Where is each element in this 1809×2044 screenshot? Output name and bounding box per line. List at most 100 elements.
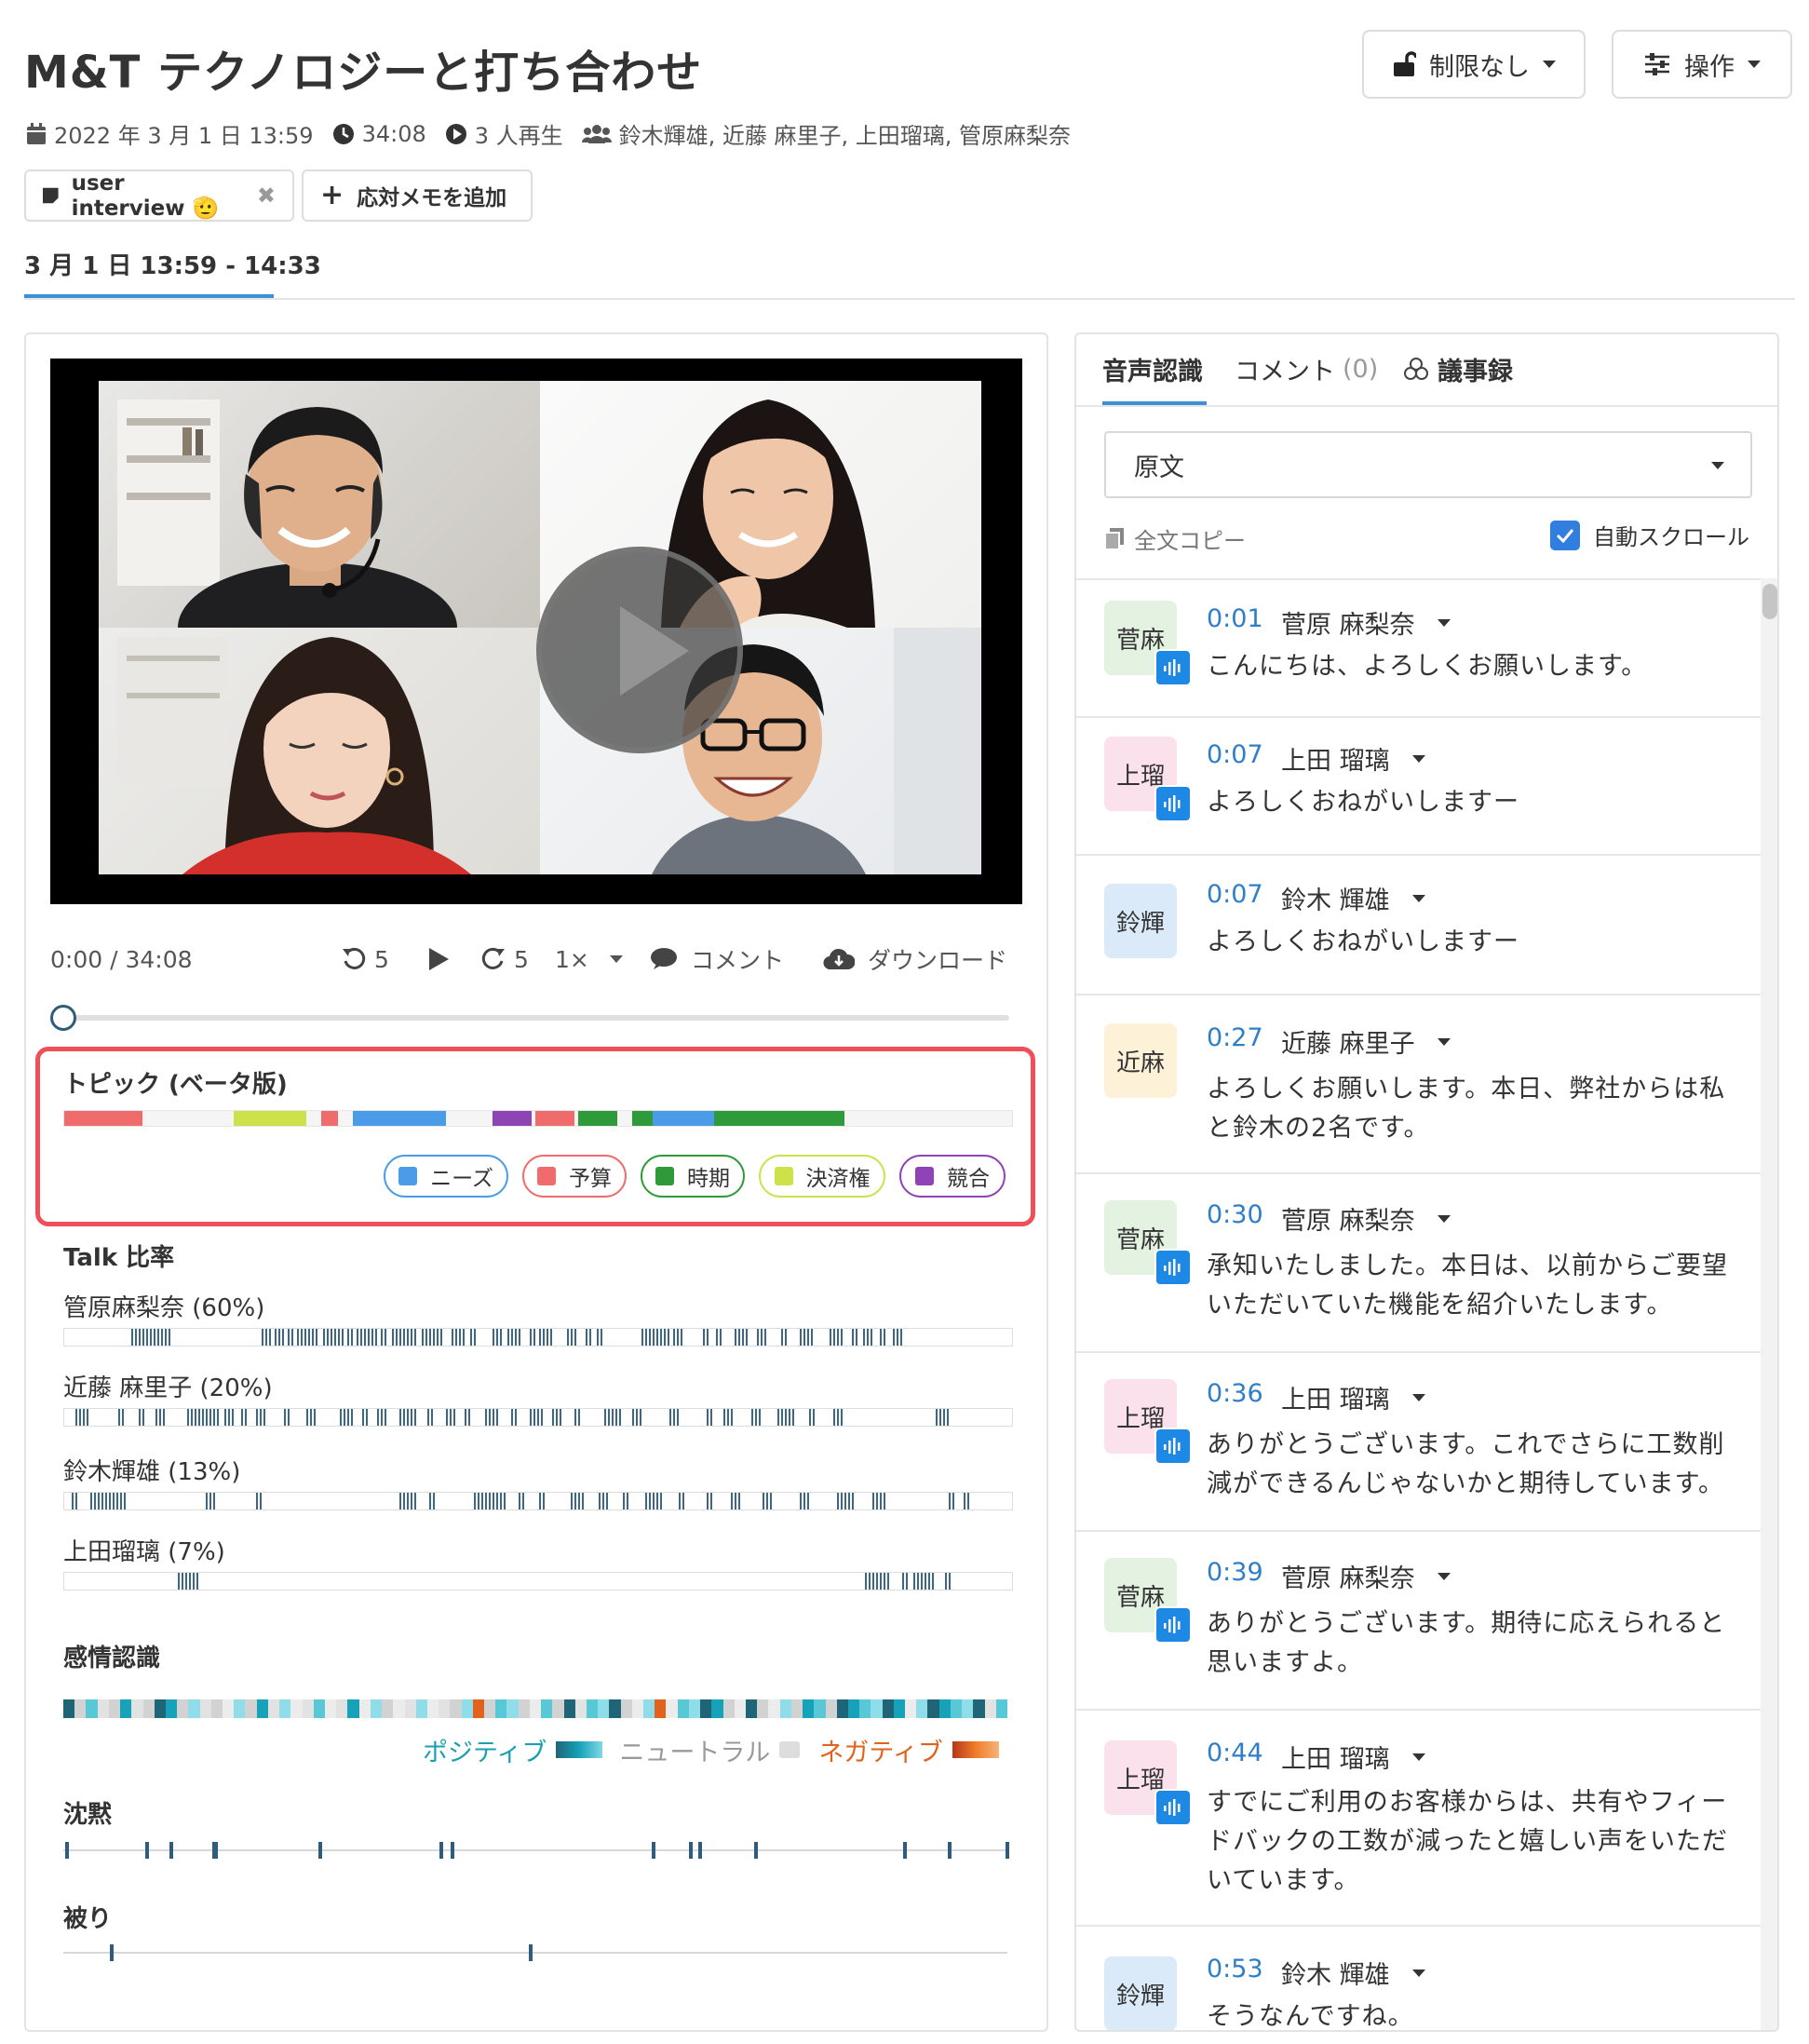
emotion-timeline[interactable] xyxy=(63,1699,1007,1718)
download-button[interactable]: ダウンロード xyxy=(823,941,1007,978)
legend-competitor[interactable]: 競合 xyxy=(899,1155,1006,1198)
topic-segment-timing[interactable] xyxy=(632,1111,653,1126)
silence-marker[interactable] xyxy=(451,1842,454,1859)
close-icon[interactable]: ✖ xyxy=(257,183,276,209)
topic-segment-timing[interactable] xyxy=(714,1111,844,1126)
topic-segment-budget[interactable] xyxy=(321,1111,338,1126)
legend-authority[interactable]: 決済権 xyxy=(759,1155,885,1198)
transcript-entry[interactable]: 近麻 0:27 近藤 麻里子 よろしくお願いします。本日、弊社からは私と鈴木の2… xyxy=(1076,995,1761,1174)
timestamp-link[interactable]: 0:53 xyxy=(1207,1955,1263,1983)
timestamp-link[interactable]: 0:44 xyxy=(1207,1739,1263,1767)
legend-timing[interactable]: 時期 xyxy=(641,1155,745,1198)
speaker-talk-bar[interactable] xyxy=(63,1408,1013,1427)
tab-minutes[interactable]: 議事録 xyxy=(1402,351,1513,387)
silence-marker[interactable] xyxy=(689,1842,693,1859)
overlap-marker[interactable] xyxy=(529,1944,533,1961)
speaker-talk-bar[interactable] xyxy=(63,1572,1013,1591)
progress-handle[interactable] xyxy=(50,1005,76,1031)
emotion-segment xyxy=(177,1699,189,1718)
overlap-timeline[interactable] xyxy=(63,1952,1007,1954)
comment-button[interactable]: コメント xyxy=(650,941,784,978)
speaker-name[interactable]: 上田 瑠璃 xyxy=(1281,1739,1425,1775)
silence-marker[interactable] xyxy=(948,1842,952,1859)
silence-marker[interactable] xyxy=(754,1842,758,1859)
scrollbar-thumb[interactable] xyxy=(1762,584,1777,619)
timestamp-link[interactable]: 0:01 xyxy=(1207,604,1263,633)
speaker-name[interactable]: 菅原 麻梨奈 xyxy=(1281,604,1451,641)
legend-needs[interactable]: ニーズ xyxy=(384,1155,508,1198)
transcript-entry[interactable]: 上瑠 0:07 上田 瑠璃 よろしくおねがいしますー xyxy=(1076,718,1761,856)
talk-segment xyxy=(867,1329,869,1346)
talk-segment xyxy=(770,1493,772,1509)
speed-dropdown[interactable]: 1× xyxy=(555,941,623,978)
add-memo-button[interactable]: + 応対メモを追加 xyxy=(302,169,533,222)
silence-marker[interactable] xyxy=(1006,1842,1009,1859)
speaker-name[interactable]: 菅原 麻梨奈 xyxy=(1281,1200,1451,1237)
silence-marker[interactable] xyxy=(65,1842,69,1859)
speaker-name[interactable]: 菅原 麻梨奈 xyxy=(1281,1558,1451,1594)
topic-segment-timing[interactable] xyxy=(578,1111,617,1126)
forward-button[interactable]: 5 xyxy=(480,941,529,978)
silence-marker[interactable] xyxy=(652,1842,655,1859)
topic-segment-needs[interactable] xyxy=(653,1111,714,1126)
timestamp-link[interactable]: 0:39 xyxy=(1207,1558,1263,1587)
video-player[interactable] xyxy=(50,359,1022,904)
transcript-entry[interactable]: 菅麻 0:01 菅原 麻梨奈 こんにちは、よろしくお願いします。 xyxy=(1076,580,1761,718)
legend-label: 決済権 xyxy=(805,1167,871,1191)
transcript-scrollbar[interactable] xyxy=(1761,578,1777,2030)
topic-timeline[interactable] xyxy=(63,1110,1013,1127)
progress-track[interactable] xyxy=(65,1015,1009,1021)
speaker-name[interactable]: 上田 瑠璃 xyxy=(1281,1379,1425,1415)
transcript-entry[interactable]: 菅麻 0:30 菅原 麻梨奈 承知いたしました。本日は、以前からご要望いただいて… xyxy=(1076,1174,1761,1353)
transcript-entry[interactable]: 鈴輝 0:53 鈴木 輝雄 そうなんですね。 xyxy=(1076,1927,1761,2030)
play-overlay-button[interactable] xyxy=(536,547,743,753)
silence-marker[interactable] xyxy=(903,1842,907,1859)
rewind-button[interactable]: 5 xyxy=(341,941,389,978)
talk-segment xyxy=(433,1493,435,1509)
timestamp-link[interactable]: 0:30 xyxy=(1207,1200,1263,1229)
topic-segment-budget[interactable] xyxy=(64,1111,142,1126)
timestamp-link[interactable]: 0:27 xyxy=(1207,1023,1263,1052)
topic-segment-needs[interactable] xyxy=(353,1111,446,1126)
topic-segment-authority[interactable] xyxy=(234,1111,306,1126)
timestamp-link[interactable]: 0:07 xyxy=(1207,880,1263,909)
speaker-name[interactable]: 鈴木 輝雄 xyxy=(1281,880,1425,916)
silence-marker[interactable] xyxy=(318,1842,322,1859)
transcript-entry[interactable]: 上瑠 0:44 上田 瑠璃 すでにご利用のお客様からは、共有やフィードバックの工… xyxy=(1076,1711,1761,1927)
transcript-language-select[interactable]: 原文 xyxy=(1104,431,1752,498)
actions-dropdown[interactable]: 操作 xyxy=(1612,30,1792,99)
active-tab-indicator xyxy=(24,294,274,298)
copy-all-button[interactable]: 全文コピー xyxy=(1104,522,1246,555)
speaker-name[interactable]: 鈴木 輝雄 xyxy=(1281,1955,1425,1991)
autoscroll-toggle[interactable]: 自動スクロール xyxy=(1550,519,1749,551)
speaker-name[interactable]: 近藤 麻里子 xyxy=(1281,1023,1451,1060)
tab-meeting-date[interactable]: 3 月 1 日 13:59 - 14:33 xyxy=(24,247,321,281)
silence-marker[interactable] xyxy=(698,1842,702,1859)
transcript-entry[interactable]: 鈴輝 0:07 鈴木 輝雄 よろしくおねがいしますー xyxy=(1076,856,1761,995)
timestamp-link[interactable]: 0:36 xyxy=(1207,1379,1263,1408)
silence-marker[interactable] xyxy=(169,1842,173,1859)
silence-marker[interactable] xyxy=(145,1842,149,1859)
timestamp-link[interactable]: 0:07 xyxy=(1207,740,1263,769)
autoscroll-checkbox[interactable] xyxy=(1550,520,1580,550)
emotion-segment xyxy=(598,1699,610,1718)
restriction-dropdown[interactable]: 制限なし xyxy=(1362,30,1586,99)
tab-comments[interactable]: コメント (0) xyxy=(1235,351,1378,387)
speaker-talk-bar[interactable] xyxy=(63,1328,1013,1347)
emotion-segment xyxy=(188,1699,201,1718)
talk-segment xyxy=(949,1493,951,1509)
tag-chip[interactable]: user interview 🫡 ✖ xyxy=(24,169,294,222)
speaker-name[interactable]: 上田 瑠璃 xyxy=(1281,740,1425,777)
legend-budget[interactable]: 予算 xyxy=(522,1155,627,1198)
transcript-entry[interactable]: 菅麻 0:39 菅原 麻梨奈 ありがとうございます。期待に応えられると思いますよ… xyxy=(1076,1532,1761,1711)
overlap-marker[interactable] xyxy=(110,1944,114,1961)
topic-segment-competitor[interactable] xyxy=(493,1111,532,1126)
silence-marker[interactable] xyxy=(439,1842,443,1859)
tab-transcript[interactable]: 音声認識 xyxy=(1102,351,1203,387)
speaker-talk-bar[interactable] xyxy=(63,1492,1013,1510)
play-button[interactable] xyxy=(426,941,451,978)
silence-timeline[interactable] xyxy=(63,1849,1007,1851)
silence-marker[interactable] xyxy=(214,1842,218,1859)
topic-segment-budget[interactable] xyxy=(535,1111,574,1126)
transcript-entry[interactable]: 上瑠 0:36 上田 瑠璃 ありがとうございます。これでさらに工数削減ができるん… xyxy=(1076,1353,1761,1532)
